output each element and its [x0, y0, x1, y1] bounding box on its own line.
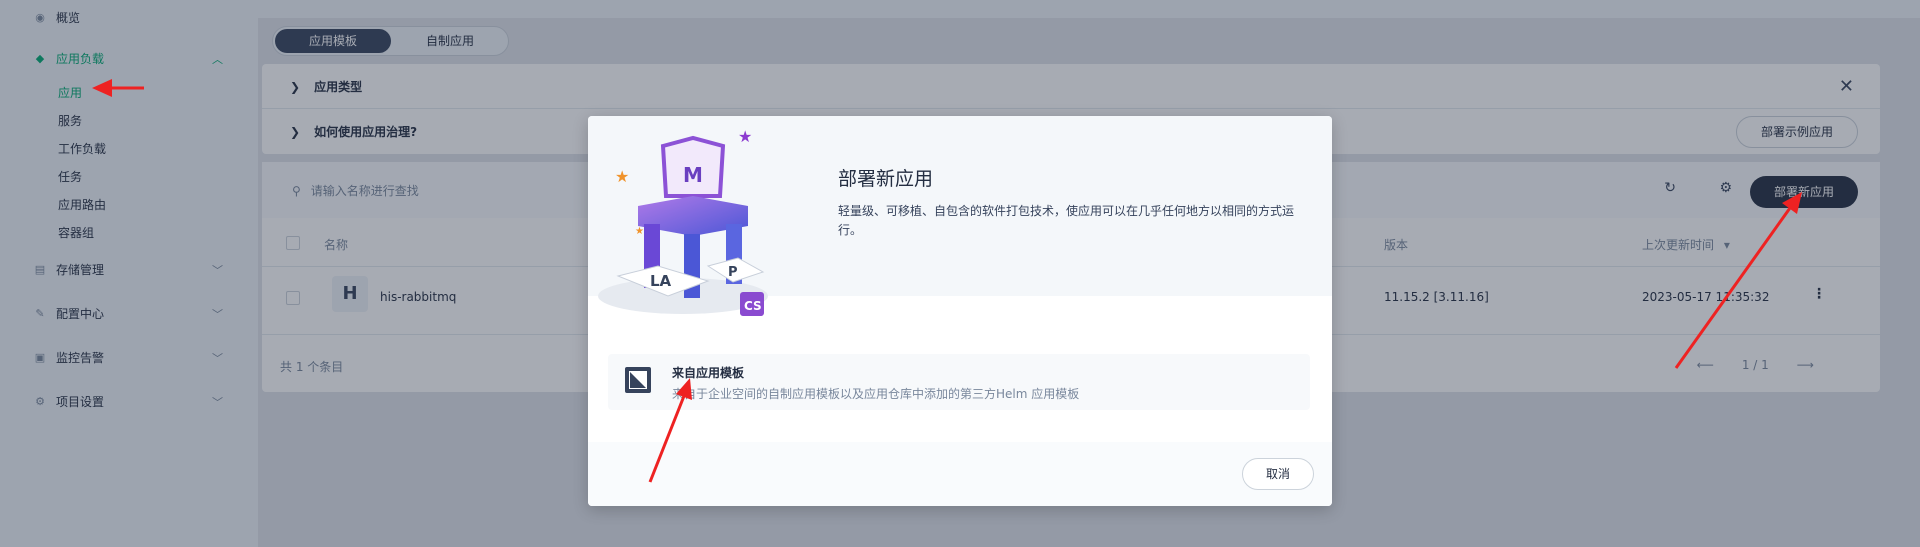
svg-text:CS: CS: [744, 299, 762, 313]
svg-text:★: ★: [615, 167, 629, 186]
deploy-app-modal: M LA P CS ★ ★ ★ 部署新应用 轻量级、可移植、自包含的软件打包技术…: [588, 116, 1332, 506]
app-template-icon: [625, 367, 651, 393]
lamp-stack-illustration: M LA P CS ★ ★ ★: [598, 127, 768, 316]
svg-text:LA: LA: [650, 272, 672, 290]
modal-footer: 取消: [588, 442, 1332, 506]
option-description: 来自于企业空间的自制应用模板以及应用仓库中添加的第三方Helm 应用模板: [672, 387, 1080, 401]
svg-text:P: P: [728, 265, 738, 280]
option-title: 来自应用模板: [672, 366, 745, 380]
modal-description: 轻量级、可移植、自包含的软件打包技术，使应用可以在几乎任何地方以相同的方式运行。: [838, 204, 1295, 237]
modal-title: 部署新应用: [838, 168, 934, 190]
cancel-button[interactable]: 取消: [1242, 458, 1314, 490]
from-app-template-option[interactable]: 来自应用模板 来自于企业空间的自制应用模板以及应用仓库中添加的第三方Helm 应…: [608, 354, 1310, 410]
svg-text:★: ★: [738, 127, 752, 146]
svg-text:★: ★: [635, 226, 644, 237]
svg-text:M: M: [683, 163, 703, 187]
